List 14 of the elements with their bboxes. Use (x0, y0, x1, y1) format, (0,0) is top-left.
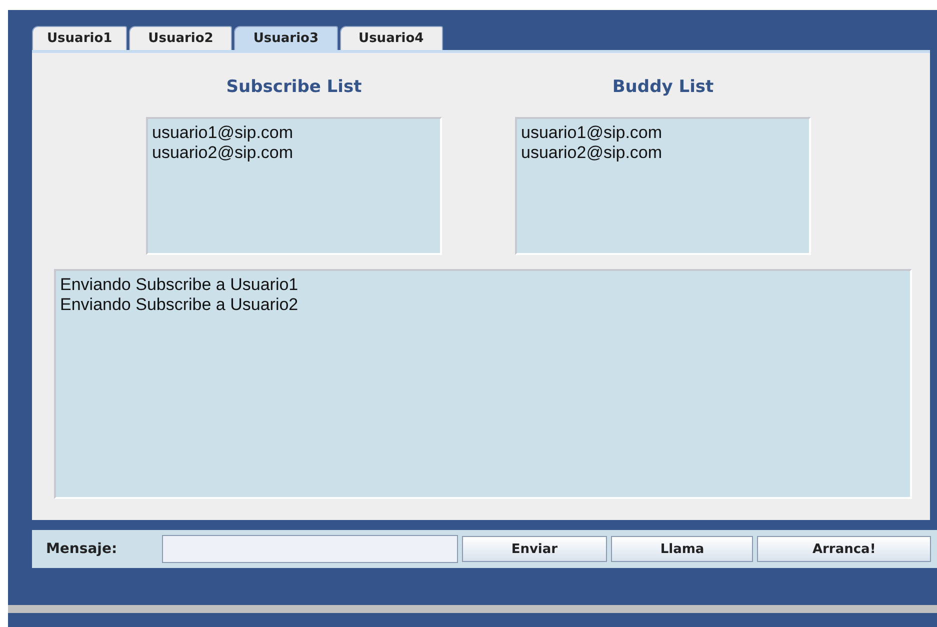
list-title: Buddy List (612, 77, 714, 99)
message-label: Mensaje: (46, 541, 118, 557)
subscribe-list[interactable]: usuario1@sip.com usuario2@sip.com (146, 117, 442, 255)
tab[interactable]: Usuario4 (340, 26, 443, 50)
action-button[interactable]: Arranca! (757, 536, 931, 562)
buddy-list[interactable]: usuario1@sip.com usuario2@sip.com (515, 117, 811, 255)
list-title: Subscribe List (226, 77, 362, 99)
tab[interactable]: Usuario3 (234, 26, 338, 50)
message-field[interactable] (162, 535, 458, 563)
tab[interactable]: Usuario1 (32, 26, 128, 50)
tab[interactable]: Usuario2 (129, 26, 232, 50)
log-area[interactable]: Enviando Subscribe a Usuario1 Enviando Subscribe a Usuario2 (54, 269, 912, 499)
action-button[interactable]: Enviar (462, 536, 608, 562)
action-button[interactable]: Llama (611, 536, 754, 562)
